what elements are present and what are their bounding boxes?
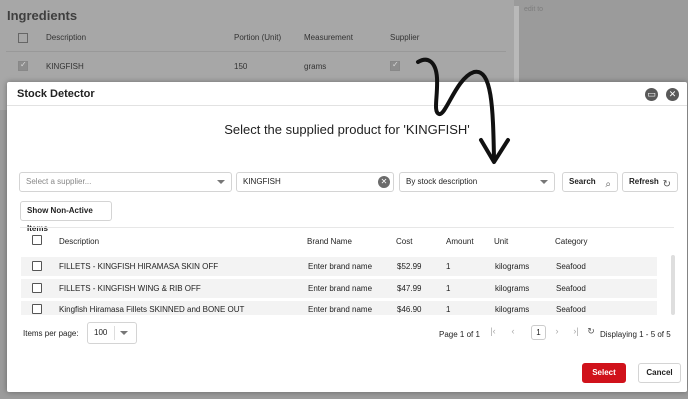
refresh-icon[interactable]: ↻ [584, 326, 598, 337]
row-unit: kilograms [495, 305, 530, 314]
row-checkbox[interactable] [32, 304, 42, 314]
prev-page-icon[interactable]: ‹ [506, 326, 520, 336]
row-amount: 1 [446, 305, 451, 314]
stock-detector-dialog: Stock Detector ▭ ✕ Select the supplied p… [7, 82, 687, 392]
cancel-button[interactable]: Cancel [638, 363, 681, 383]
row-checkbox[interactable] [32, 261, 42, 271]
search-icon: ⌕ [605, 179, 611, 190]
divider [114, 326, 115, 340]
row-description: FILLETS - KINGFISH HIRAMASA SKIN OFF [59, 262, 219, 271]
page-info: Page 1 of 1 [439, 330, 480, 339]
search-term-input[interactable]: KINGFISH ✕ [236, 172, 394, 192]
bg-col-measurement: Measurement [304, 33, 353, 42]
first-page-icon[interactable]: |‹ [486, 326, 500, 336]
col-brand-name: Brand Name [307, 237, 352, 246]
bg-col-supplier: Supplier [390, 33, 420, 42]
close-icon[interactable]: ✕ [666, 88, 679, 101]
row-category: Seafood [556, 305, 586, 314]
next-page-icon[interactable]: › [550, 326, 564, 336]
row-unit: kilograms [495, 284, 530, 293]
bg-col-portion: Portion (Unit) [234, 33, 282, 42]
ingredients-title: Ingredients [7, 8, 78, 23]
col-unit: Unit [494, 237, 509, 246]
dialog-heading: Select the supplied product for 'KINGFIS… [224, 122, 470, 137]
search-button[interactable]: Search ⌕ [562, 172, 618, 192]
supplier-checkbox[interactable] [390, 60, 400, 71]
row-description: FILLETS - KINGFISH WING & RIB OFF [59, 284, 201, 293]
select-all-checkbox[interactable] [18, 33, 28, 43]
refresh-button[interactable]: Refresh ↻ [622, 172, 678, 192]
search-term-value: KINGFISH [243, 177, 281, 186]
table-row[interactable]: FILLETS - KINGFISH WING & RIB OFF Enter … [21, 279, 657, 298]
col-description: Description [59, 237, 100, 246]
items-per-page-label: Items per page: [23, 329, 79, 338]
row-description: Kingfish Hiramasa Fillets SKINNED and BO… [59, 305, 245, 314]
row-amount: 1 [446, 284, 451, 293]
row-checkbox[interactable] [18, 60, 28, 71]
divider [6, 51, 506, 52]
bg-col-description: Description [46, 33, 87, 42]
row-checkbox[interactable] [32, 283, 42, 293]
displaying-count: Displaying 1 - 5 of 5 [600, 330, 671, 339]
col-amount: Amount [446, 237, 474, 246]
table-scrollbar[interactable] [671, 255, 675, 315]
row-brand: Enter brand name [308, 262, 373, 271]
bg-row-measurement: grams [304, 62, 327, 71]
show-non-active-button[interactable]: Show Non-Active Items [20, 201, 112, 233]
table-row[interactable]: FILLETS - KINGFISH HIRAMASA SKIN OFF Ent… [21, 257, 657, 276]
chevron-down-icon [120, 331, 128, 335]
col-category: Category [555, 237, 588, 246]
supplier-placeholder: Select a supplier... [26, 177, 92, 186]
bg-row-description: KINGFISH [46, 62, 84, 71]
row-unit: kilograms [495, 262, 530, 271]
row-category: Seafood [556, 284, 586, 293]
last-page-icon[interactable]: ›| [569, 326, 583, 336]
row-brand: Enter brand name [308, 284, 373, 293]
table-row[interactable]: Kingfish Hiramasa Fillets SKINNED and BO… [21, 301, 657, 315]
items-per-page-value: 100 [94, 328, 108, 337]
chevron-down-icon [540, 180, 548, 184]
bg-scrollbar[interactable] [514, 6, 519, 86]
window-icon[interactable]: ▭ [645, 88, 658, 101]
chevron-down-icon [217, 180, 225, 184]
row-brand: Enter brand name [308, 305, 373, 314]
row-amount: 1 [446, 262, 451, 271]
refresh-label: Refresh [629, 177, 659, 186]
refresh-icon: ↻ [662, 179, 671, 190]
current-page-button[interactable]: 1 [531, 325, 546, 340]
col-cost: Cost [396, 237, 413, 246]
dialog-title: Stock Detector [17, 88, 95, 100]
row-cost: $47.99 [397, 284, 422, 293]
supplier-select[interactable]: Select a supplier... [19, 172, 232, 192]
select-button[interactable]: Select [582, 363, 626, 383]
row-category: Seafood [556, 262, 586, 271]
bg-right-text: edit to [524, 6, 544, 13]
row-cost: $52.99 [397, 262, 422, 271]
clear-icon[interactable]: ✕ [378, 176, 390, 188]
items-per-page-select[interactable]: 100 [87, 322, 137, 344]
search-mode-select[interactable]: By stock description [399, 172, 555, 192]
row-cost: $46.90 [397, 305, 422, 314]
dialog-header: Stock Detector ▭ ✕ [7, 82, 687, 106]
select-all-checkbox[interactable] [32, 235, 42, 245]
bg-row-portion: 150 [234, 62, 248, 71]
search-label: Search [569, 177, 596, 186]
search-mode-value: By stock description [406, 177, 478, 186]
